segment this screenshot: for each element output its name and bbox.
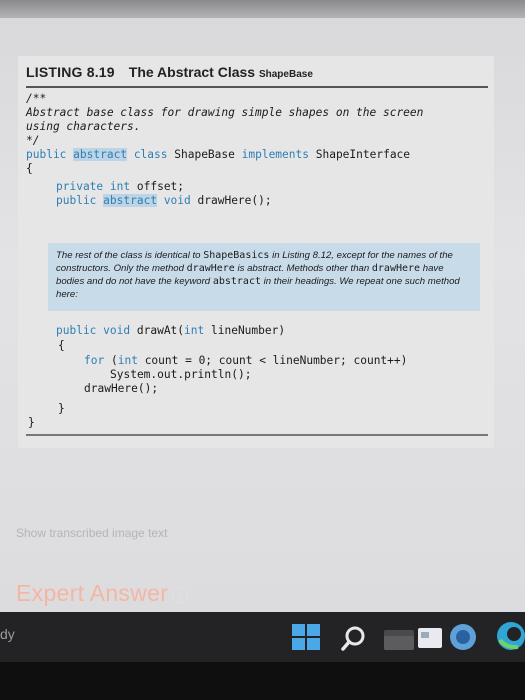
edge-icon[interactable] — [496, 620, 525, 657]
expert-answer-heading: Expert Answer i — [16, 580, 189, 607]
search-icon[interactable] — [340, 624, 368, 657]
windows-taskbar — [0, 612, 525, 662]
chat-icon[interactable] — [448, 622, 478, 657]
code-line-5: public abstract class ShapeBase implemen… — [26, 148, 411, 161]
listing-class-label: ShapeBase — [258, 69, 313, 80]
show-transcribed-link[interactable]: Show transcribed image text — [16, 526, 167, 540]
file-explorer-icon[interactable] — [384, 626, 414, 655]
code-line-6: { — [26, 162, 33, 175]
store-icon[interactable] — [416, 624, 444, 655]
code-line-14: } — [58, 402, 65, 415]
listing-title: The Abstract Class — [128, 64, 256, 80]
code-line-15: } — [28, 416, 35, 429]
explanation-note: The rest of the class is identical to Sh… — [48, 243, 480, 311]
code-line-11: for (int count = 0; count < lineNumber; … — [84, 354, 408, 367]
browser-page: LISTING 8.19 The Abstract Class ShapeBase… — [0, 18, 525, 620]
code-line-8: public abstract void drawHere(); — [56, 194, 272, 207]
code-line-1: /** — [26, 92, 47, 105]
code-line-7: private int offset; — [56, 180, 185, 193]
code-line-4: */ — [26, 134, 40, 147]
top-rule — [26, 86, 488, 88]
bottom-rule — [26, 434, 488, 436]
code-line-9: public void drawAt(int lineNumber) — [56, 324, 286, 337]
listing-heading: LISTING 8.19 The Abstract Class ShapeBase — [26, 64, 486, 80]
code-line-3: using characters. — [26, 120, 141, 133]
code-line-13: drawHere(); — [84, 382, 159, 395]
monitor-bottom-bezel — [0, 662, 525, 700]
listing-number: LISTING 8.19 — [26, 64, 115, 80]
code-line-2: Abstract base class for drawing simple s… — [26, 106, 424, 119]
info-icon[interactable]: i — [172, 586, 189, 603]
code-line-10: { — [58, 339, 65, 352]
code-line-12: System.out.println(); — [110, 368, 252, 381]
status-text: dy — [0, 626, 15, 642]
textbook-image: LISTING 8.19 The Abstract Class ShapeBase… — [18, 56, 494, 448]
windows-logo-icon[interactable] — [292, 624, 320, 655]
